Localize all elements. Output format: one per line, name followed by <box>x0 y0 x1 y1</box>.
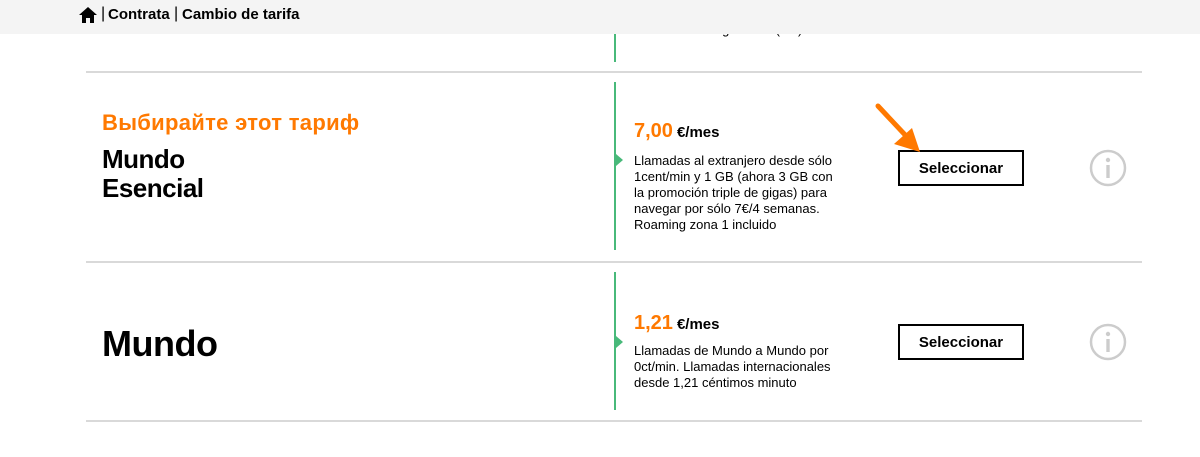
divider-arrow <box>616 336 623 348</box>
plan-description: Llamadas al extranjero desde sólo 1cent/… <box>634 153 844 233</box>
select-mundo-button[interactable]: Seleccionar <box>898 324 1024 360</box>
info-icon[interactable] <box>1089 149 1127 187</box>
plan-name-line: Esencial <box>102 173 204 203</box>
plan-name-line: Mundo <box>102 144 185 174</box>
price-value: 7,00 <box>634 120 673 142</box>
column-divider <box>614 82 616 250</box>
orange-arrow-icon <box>875 103 920 152</box>
divider-arrow <box>616 154 623 166</box>
plan-name: Mundo <box>102 323 218 364</box>
description-line: 1cent/min y 1 GB (ahora 3 GB con <box>634 169 833 184</box>
plan-price: 1,21 €/mes <box>634 312 719 335</box>
price-unit: €/mes <box>676 124 720 141</box>
plan-name: Mundo Esencial <box>102 145 204 203</box>
breadcrumb-separator: | <box>174 5 179 22</box>
row-separator <box>86 420 1142 422</box>
info-icon[interactable] <box>1089 323 1127 361</box>
row-separator <box>86 71 1142 73</box>
description-line: Llamadas al extranjero desde sólo <box>634 153 833 168</box>
breadcrumb-bar: | Contrata | Cambio de tarifa <box>0 0 1200 34</box>
row-separator <box>86 261 1142 263</box>
price-value: 1,21 <box>634 312 673 334</box>
breadcrumb-contrata[interactable]: Contrata <box>108 7 170 23</box>
price-unit: €/mes <box>676 316 720 333</box>
description-line: desde 1,21 céntimos minuto <box>634 375 797 390</box>
plan-price: 7,00 €/mes <box>634 120 719 143</box>
description-line: navegar por sólo 7€/4 semanas. <box>634 201 820 216</box>
plan-description: Llamadas de Mundo a Mundo por 0ct/min. L… <box>634 343 844 391</box>
description-line: 0ct/min. Llamadas internacionales <box>634 359 831 374</box>
description-line: Llamadas de Mundo a Mundo por <box>634 343 829 358</box>
promo-label: Выбирайте этот тариф <box>102 110 360 135</box>
home-icon[interactable] <box>78 6 98 24</box>
description-line: Roaming zona 1 incluido <box>634 217 777 232</box>
breadcrumb-cambio-tarifa[interactable]: Cambio de tarifa <box>182 7 300 23</box>
breadcrumb-separator: | <box>101 5 106 22</box>
description-line: la promoción triple de gigas) para <box>634 185 827 200</box>
